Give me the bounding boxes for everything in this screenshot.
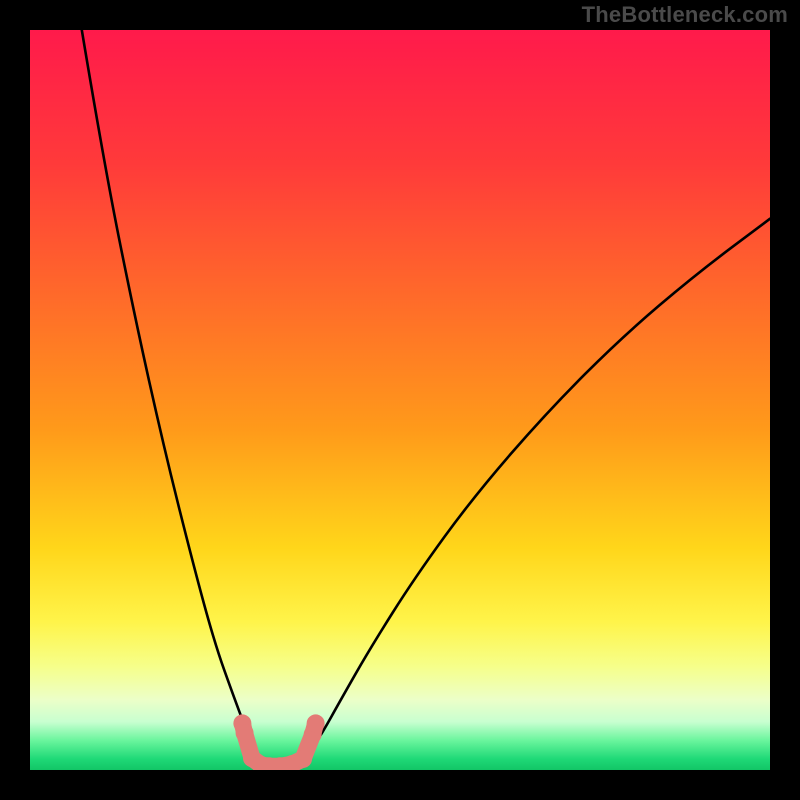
watermark-text: TheBottleneck.com [582, 2, 788, 28]
valley-dot [307, 714, 325, 732]
chart-frame: TheBottleneck.com [0, 0, 800, 800]
valley-dot [236, 724, 254, 742]
valley-dot [294, 750, 312, 768]
bottleneck-chart [0, 0, 800, 800]
plot-background [30, 30, 770, 770]
